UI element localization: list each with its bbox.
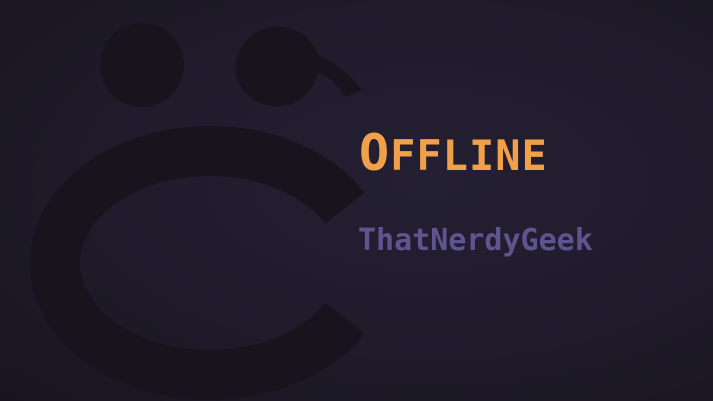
channel-name: ThatNerdyGeek: [358, 223, 593, 258]
left-eye: [100, 23, 184, 107]
offline-banner: OFFLINE ThatNerdyGeek: [0, 0, 713, 401]
title-rest: FFLINE: [390, 131, 548, 180]
title-first-letter: O: [359, 124, 391, 182]
frown-mouth: [30, 126, 365, 400]
sad-face-icon: [30, 23, 365, 400]
right-eye: [235, 26, 362, 107]
offline-title: OFFLINE: [359, 128, 548, 178]
